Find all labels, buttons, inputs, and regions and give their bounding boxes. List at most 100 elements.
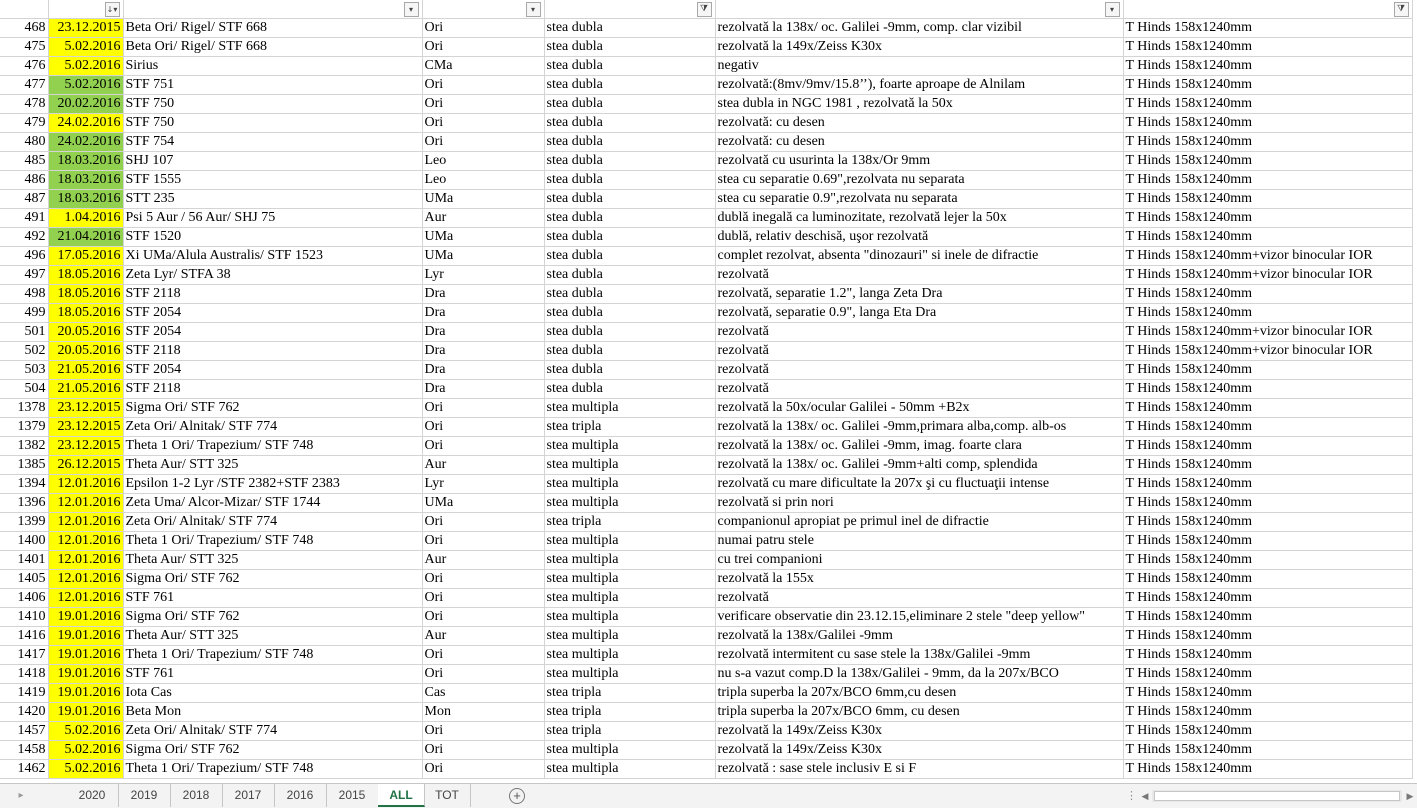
equipment-cell[interactable]: T Hinds 158x1240mm (1123, 626, 1413, 646)
date-cell[interactable]: 19.01.2016 (48, 626, 124, 646)
star-name-cell[interactable]: Sigma Ori/ STF 762 (123, 740, 423, 760)
equipment-cell[interactable]: T Hinds 158x1240mm (1123, 645, 1413, 665)
constellation-cell[interactable]: Ori (422, 569, 545, 589)
date-cell[interactable]: 12.01.2016 (48, 531, 124, 551)
dropdown-filter-icon[interactable]: ▾ (1104, 2, 1120, 17)
star-name-cell[interactable]: Iota Cas (123, 683, 423, 703)
type-cell[interactable]: stea multipla (544, 664, 716, 684)
type-cell[interactable]: stea dubla (544, 56, 716, 76)
constellation-cell[interactable]: Ori (422, 132, 545, 152)
row-number-cell[interactable]: 1396 (0, 493, 49, 513)
constellation-cell[interactable]: UMa (422, 493, 545, 513)
star-name-cell[interactable]: STF 754 (123, 132, 423, 152)
constellation-cell[interactable]: Dra (422, 284, 545, 304)
date-cell[interactable]: 5.02.2016 (48, 37, 124, 57)
row-number-cell[interactable]: 1416 (0, 626, 49, 646)
star-name-cell[interactable]: Theta 1 Ori/ Trapezium/ STF 748 (123, 531, 423, 551)
equipment-cell[interactable]: T Hinds 158x1240mm (1123, 398, 1413, 418)
row-number-cell[interactable]: 1400 (0, 531, 49, 551)
type-cell[interactable]: stea dubla (544, 360, 716, 380)
star-name-cell[interactable]: Theta Aur/ STT 325 (123, 455, 423, 475)
equipment-cell[interactable]: T Hinds 158x1240mm (1123, 436, 1413, 456)
date-cell[interactable]: 5.02.2016 (48, 721, 124, 741)
type-cell[interactable]: stea tripla (544, 683, 716, 703)
date-cell[interactable]: 5.02.2016 (48, 56, 124, 76)
row-number-cell[interactable]: 1410 (0, 607, 49, 627)
row-number-cell[interactable]: 1419 (0, 683, 49, 703)
date-cell[interactable]: 20.05.2016 (48, 341, 124, 361)
star-name-cell[interactable]: Theta Aur/ STT 325 (123, 550, 423, 570)
sheet-tab-all[interactable]: ALL (378, 784, 425, 807)
constellation-cell[interactable]: Mon (422, 702, 545, 722)
sheet-tab-2019[interactable]: 2019 (118, 784, 171, 807)
row-number-cell[interactable]: 497 (0, 265, 49, 285)
type-cell[interactable]: stea multipla (544, 493, 716, 513)
scroll-right-icon[interactable]: ▶ (1403, 789, 1417, 803)
star-name-cell[interactable]: STF 2054 (123, 360, 423, 380)
equipment-cell[interactable]: T Hinds 158x1240mm+vizor binocular IOR (1123, 322, 1413, 342)
star-name-cell[interactable]: STT 235 (123, 189, 423, 209)
star-name-cell[interactable]: Zeta Ori/ Alnitak/ STF 774 (123, 417, 423, 437)
star-name-cell[interactable]: STF 2054 (123, 322, 423, 342)
type-cell[interactable]: stea dubla (544, 379, 716, 399)
sheet-tab-2016[interactable]: 2016 (274, 784, 327, 807)
constellation-cell[interactable]: UMa (422, 246, 545, 266)
note-cell[interactable]: rezolvată: cu desen (715, 132, 1124, 152)
constellation-cell[interactable]: Leo (422, 151, 545, 171)
type-cell[interactable]: stea dubla (544, 265, 716, 285)
constellation-cell[interactable]: UMa (422, 227, 545, 247)
constellation-cell[interactable]: Ori (422, 664, 545, 684)
constellation-cell[interactable]: Ori (422, 740, 545, 760)
star-name-cell[interactable]: STF 2118 (123, 284, 423, 304)
equipment-cell[interactable]: T Hinds 158x1240mm (1123, 37, 1413, 57)
equipment-cell[interactable]: T Hinds 158x1240mm (1123, 18, 1413, 38)
date-cell[interactable]: 19.01.2016 (48, 607, 124, 627)
date-cell[interactable]: 1.04.2016 (48, 208, 124, 228)
note-cell[interactable]: rezolvată la 138x/ oc. Galilei -9mm, ima… (715, 436, 1124, 456)
date-cell[interactable]: 5.02.2016 (48, 759, 124, 779)
date-cell[interactable]: 12.01.2016 (48, 569, 124, 589)
scroll-track[interactable] (1152, 790, 1402, 802)
equipment-cell[interactable]: T Hinds 158x1240mm (1123, 474, 1413, 494)
plus-circle-icon[interactable]: + (509, 788, 525, 804)
note-cell[interactable]: tripla superba la 207x/BCO 6mm,cu desen (715, 683, 1124, 703)
note-cell[interactable]: rezolvată (715, 360, 1124, 380)
type-cell[interactable]: stea dubla (544, 341, 716, 361)
constellation-cell[interactable]: Dra (422, 360, 545, 380)
note-cell[interactable]: stea cu separatie 0.9",rezolvata nu sepa… (715, 189, 1124, 209)
date-cell[interactable]: 12.01.2016 (48, 474, 124, 494)
star-name-cell[interactable]: Sigma Ori/ STF 762 (123, 398, 423, 418)
type-cell[interactable]: stea multipla (544, 455, 716, 475)
note-cell[interactable]: negativ (715, 56, 1124, 76)
equipment-cell[interactable]: T Hinds 158x1240mm (1123, 683, 1413, 703)
constellation-cell[interactable]: CMa (422, 56, 545, 76)
date-cell[interactable]: 12.01.2016 (48, 550, 124, 570)
date-cell[interactable]: 20.02.2016 (48, 94, 124, 114)
note-cell[interactable]: rezolvată intermitent cu sase stele la 1… (715, 645, 1124, 665)
note-cell[interactable]: rezolvată la 138x/ oc. Galilei -9mm,prim… (715, 417, 1124, 437)
equipment-cell[interactable]: T Hinds 158x1240mm (1123, 208, 1413, 228)
row-number-cell[interactable]: 1382 (0, 436, 49, 456)
note-cell[interactable]: rezolvată (715, 265, 1124, 285)
type-cell[interactable]: stea dubla (544, 151, 716, 171)
active-filter-icon[interactable]: ⧩ (1393, 2, 1409, 17)
equipment-cell[interactable]: T Hinds 158x1240mm (1123, 455, 1413, 475)
constellation-cell[interactable]: Ori (422, 18, 545, 38)
note-cell[interactable]: rezolvată (715, 588, 1124, 608)
type-cell[interactable]: stea multipla (544, 759, 716, 779)
date-cell[interactable]: 18.03.2016 (48, 170, 124, 190)
star-name-cell[interactable]: Sigma Ori/ STF 762 (123, 569, 423, 589)
note-cell[interactable]: cu trei companioni (715, 550, 1124, 570)
star-name-cell[interactable]: SHJ 107 (123, 151, 423, 171)
note-cell[interactable]: companionul apropiat pe primul inel de d… (715, 512, 1124, 532)
note-cell[interactable]: numai patru stele (715, 531, 1124, 551)
equipment-cell[interactable]: T Hinds 158x1240mm+vizor binocular IOR (1123, 246, 1413, 266)
row-number-cell[interactable]: 504 (0, 379, 49, 399)
star-name-cell[interactable]: STF 2054 (123, 303, 423, 323)
date-cell[interactable]: 17.05.2016 (48, 246, 124, 266)
equipment-cell[interactable]: T Hinds 158x1240mm (1123, 170, 1413, 190)
date-cell[interactable]: 18.03.2016 (48, 189, 124, 209)
date-cell[interactable]: 23.12.2015 (48, 18, 124, 38)
equipment-cell[interactable]: T Hinds 158x1240mm (1123, 759, 1413, 779)
constellation-cell[interactable]: Cas (422, 683, 545, 703)
